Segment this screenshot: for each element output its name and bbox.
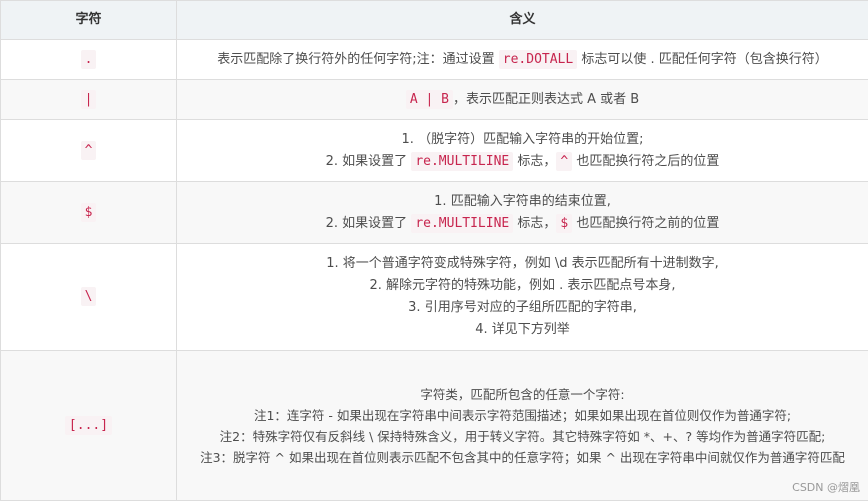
meaning-line: 2. 解除元字符的特殊功能，例如 . 表示匹配点号本身, (369, 278, 676, 293)
char-code: . (80, 49, 97, 69)
meaning-text: 表示匹配除了换行符外的任何字符;注：通过设置 (217, 51, 499, 67)
meaning-code: re.DOTALL (498, 49, 578, 69)
meaning-cell: 1. （脱字符）匹配输入字符串的开始位置; 2. 如果设置了 re.MULTIL… (176, 119, 868, 182)
meaning-text: ，表示匹配正则表达式 A 或者 B (452, 91, 640, 107)
meaning-line: 1. （脱字符）匹配输入字符串的开始位置; (401, 131, 644, 147)
meaning-text: 标志可以使 . 匹配任何字符（包含换行符） (577, 51, 828, 67)
meaning-code: $ (556, 213, 573, 233)
meaning-code: A | B (405, 89, 453, 109)
char-code: [...] (64, 415, 113, 435)
meaning-code: ^ (556, 151, 573, 171)
table-row: [...] 字符类，匹配所包含的任意一个字符: 注1：连字符 - 如果出现在字符… (0, 350, 868, 501)
meaning-code: re.MULTILINE (411, 151, 514, 171)
meaning-text: 2. 如果设置了 (325, 215, 412, 231)
meaning-line: 3. 引用序号对应的子组所匹配的字符串, (408, 300, 637, 315)
table-header-row: 字符 含义 (0, 0, 868, 40)
meaning-cell: A | B ，表示匹配正则表达式 A 或者 B (176, 79, 868, 120)
char-code: | (80, 89, 97, 109)
meaning-code: re.MULTILINE (411, 213, 514, 233)
meaning-text: 标志， (513, 215, 557, 231)
table-row: ^ 1. （脱字符）匹配输入字符串的开始位置; 2. 如果设置了 re.MULT… (0, 119, 868, 182)
meaning-text: 也匹配换行符之前的位置 (572, 215, 720, 231)
meaning-cell: 1. 将一个普通字符变成特殊字符，例如 \d 表示匹配所有十进制数字, 2. 解… (176, 243, 868, 351)
meaning-text: 2. 如果设置了 (325, 153, 412, 169)
meaning-line: 1. 匹配输入字符串的结束位置, (434, 193, 611, 209)
meaning-line: 2. 如果设置了 re.MULTILINE 标志， ^ 也匹配换行符之后的位置 (183, 151, 862, 173)
meaning-line: 1. 将一个普通字符变成特殊字符，例如 \d 表示匹配所有十进制数字, (326, 256, 719, 271)
char-cell: [...] (0, 350, 177, 501)
meaning-line: 字符类，匹配所包含的任意一个字符: (420, 386, 625, 402)
regex-table: 字符 含义 . 表示匹配除了换行符外的任何字符;注：通过设置 re.DOTALL… (0, 0, 868, 501)
meaning-cell: 表示匹配除了换行符外的任何字符;注：通过设置 re.DOTALL 标志可以使 .… (176, 39, 868, 80)
table-row: | A | B ，表示匹配正则表达式 A 或者 B (0, 79, 868, 120)
meaning-line: 注3：脱字符 ^ 如果出现在首位则表示匹配不包含其中的任意字符；如果 ^ 出现在… (200, 449, 845, 465)
table-row: $ 1. 匹配输入字符串的结束位置, 2. 如果设置了 re.MULTILINE… (0, 181, 868, 244)
column-header-meaning: 含义 (176, 0, 868, 40)
meaning-line: 注2：特殊字符仅有反斜线 \ 保持特殊含义，用于转义字符。其它特殊字符如 *、+… (219, 428, 826, 444)
char-cell: $ (0, 181, 177, 244)
meaning-line: 4. 详见下方列举 (475, 322, 570, 337)
watermark: CSDN @熠凰 (792, 481, 860, 494)
meaning-cell: 字符类，匹配所包含的任意一个字符: 注1：连字符 - 如果出现在字符串中间表示字… (176, 350, 868, 501)
meaning-text: 也匹配换行符之后的位置 (572, 153, 720, 169)
char-cell: | (0, 79, 177, 120)
char-cell: ^ (0, 119, 177, 182)
table-row: . 表示匹配除了换行符外的任何字符;注：通过设置 re.DOTALL 标志可以使… (0, 39, 868, 80)
char-code: \ (80, 287, 97, 306)
meaning-cell: 1. 匹配输入字符串的结束位置, 2. 如果设置了 re.MULTILINE 标… (176, 181, 868, 244)
char-cell: \ (0, 243, 177, 351)
meaning-line: 注1：连字符 - 如果出现在字符串中间表示字符范围描述；如果如果出现在首位则仅作… (253, 407, 792, 423)
meaning-text: 标志， (513, 153, 557, 169)
column-header-char: 字符 (0, 0, 177, 40)
table-row: \ 1. 将一个普通字符变成特殊字符，例如 \d 表示匹配所有十进制数字, 2.… (0, 243, 868, 351)
char-code: ^ (80, 140, 97, 160)
meaning-line: 2. 如果设置了 re.MULTILINE 标志， $ 也匹配换行符之前的位置 (183, 213, 862, 235)
char-cell: . (0, 39, 177, 80)
char-code: $ (80, 202, 97, 222)
